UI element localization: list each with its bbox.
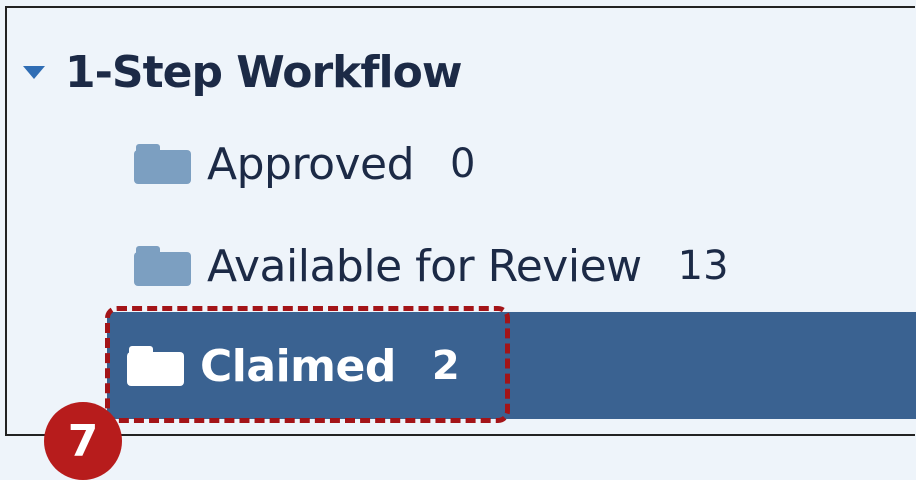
tree-group-1-step-workflow[interactable]: 1-Step Workflow (23, 46, 463, 98)
callout-highlight-box (105, 306, 510, 423)
folder-count: 0 (450, 141, 476, 187)
expand-arrow-icon[interactable] (23, 65, 45, 79)
folder-count: 13 (677, 243, 729, 289)
group-label: 1-Step Workflow (65, 46, 463, 98)
tree-item-available-for-review[interactable]: Available for Review 13 (134, 236, 729, 296)
callout-number-badge: 7 (44, 402, 122, 480)
folder-icon (134, 246, 191, 286)
folder-icon (134, 144, 191, 184)
folder-label: Available for Review (207, 240, 642, 292)
folder-label: Approved (207, 138, 415, 190)
tree-item-approved[interactable]: Approved 0 (134, 134, 476, 194)
